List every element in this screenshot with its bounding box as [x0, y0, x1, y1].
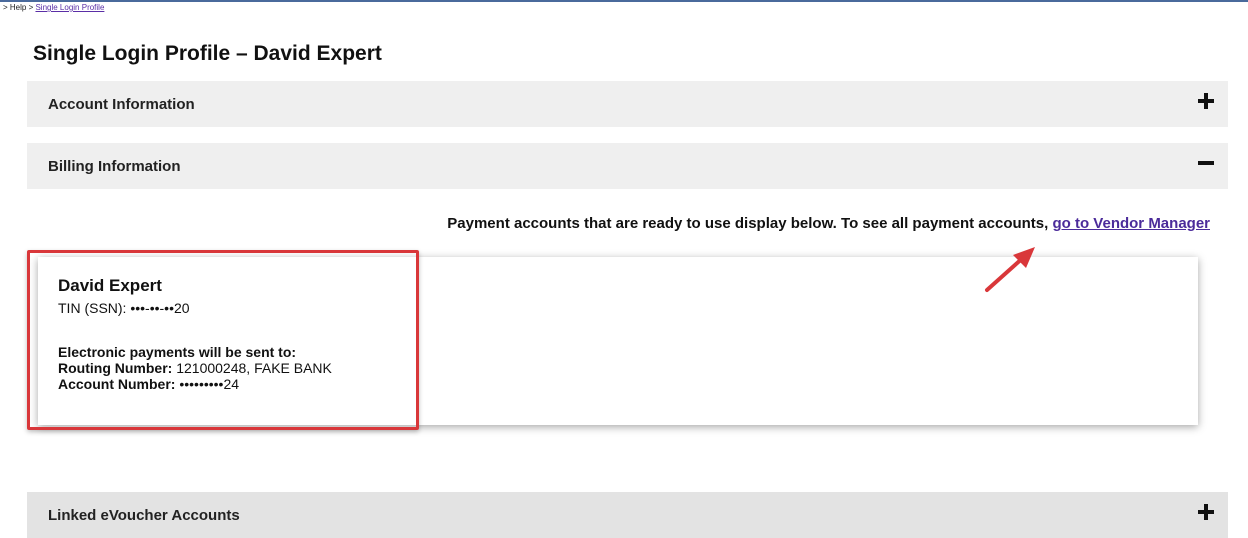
notice-text: Payment accounts that are ready to use d…	[447, 215, 1053, 232]
arrow-annotation-icon	[985, 247, 1035, 292]
account-number-row: Account Number: •••••••••24	[58, 376, 332, 392]
page-title: Single Login Profile – David Expert	[33, 42, 382, 65]
section-label: Billing Information	[48, 158, 181, 175]
breadcrumb-prefix: > Help >	[3, 3, 36, 12]
breadcrumb-link-single-login-profile[interactable]: Single Login Profile	[35, 3, 104, 12]
routing-number-row: Routing Number: 121000248, FAKE BANK	[58, 360, 332, 376]
account-number-value: •••••••••24	[175, 376, 240, 392]
minus-icon[interactable]	[1198, 155, 1214, 171]
plus-icon[interactable]	[1198, 93, 1214, 109]
routing-number-label: Routing Number:	[58, 360, 173, 376]
payee-name: David Expert	[58, 276, 162, 295]
payee-details: David Expert TIN (SSN): •••-••-••20 Elec…	[58, 276, 332, 392]
section-account-information[interactable]: Account Information	[27, 81, 1228, 127]
section-billing-information[interactable]: Billing Information	[27, 143, 1228, 189]
section-linked-evoucher-accounts[interactable]: Linked eVoucher Accounts	[27, 492, 1228, 538]
account-number-label: Account Number:	[58, 376, 176, 392]
section-label: Linked eVoucher Accounts	[48, 507, 240, 524]
section-label: Account Information	[48, 96, 195, 113]
vendor-manager-link[interactable]: go to Vendor Manager	[1052, 215, 1210, 232]
plus-icon[interactable]	[1198, 504, 1214, 520]
payment-accounts-notice: Payment accounts that are ready to use d…	[447, 215, 1210, 232]
payments-heading: Electronic payments will be sent to:	[58, 344, 297, 360]
routing-number-value: 121000248, FAKE BANK	[172, 360, 332, 376]
payee-tin: TIN (SSN): •••-••-••20	[58, 300, 190, 316]
breadcrumb: > Help > Single Login Profile	[0, 0, 1248, 16]
